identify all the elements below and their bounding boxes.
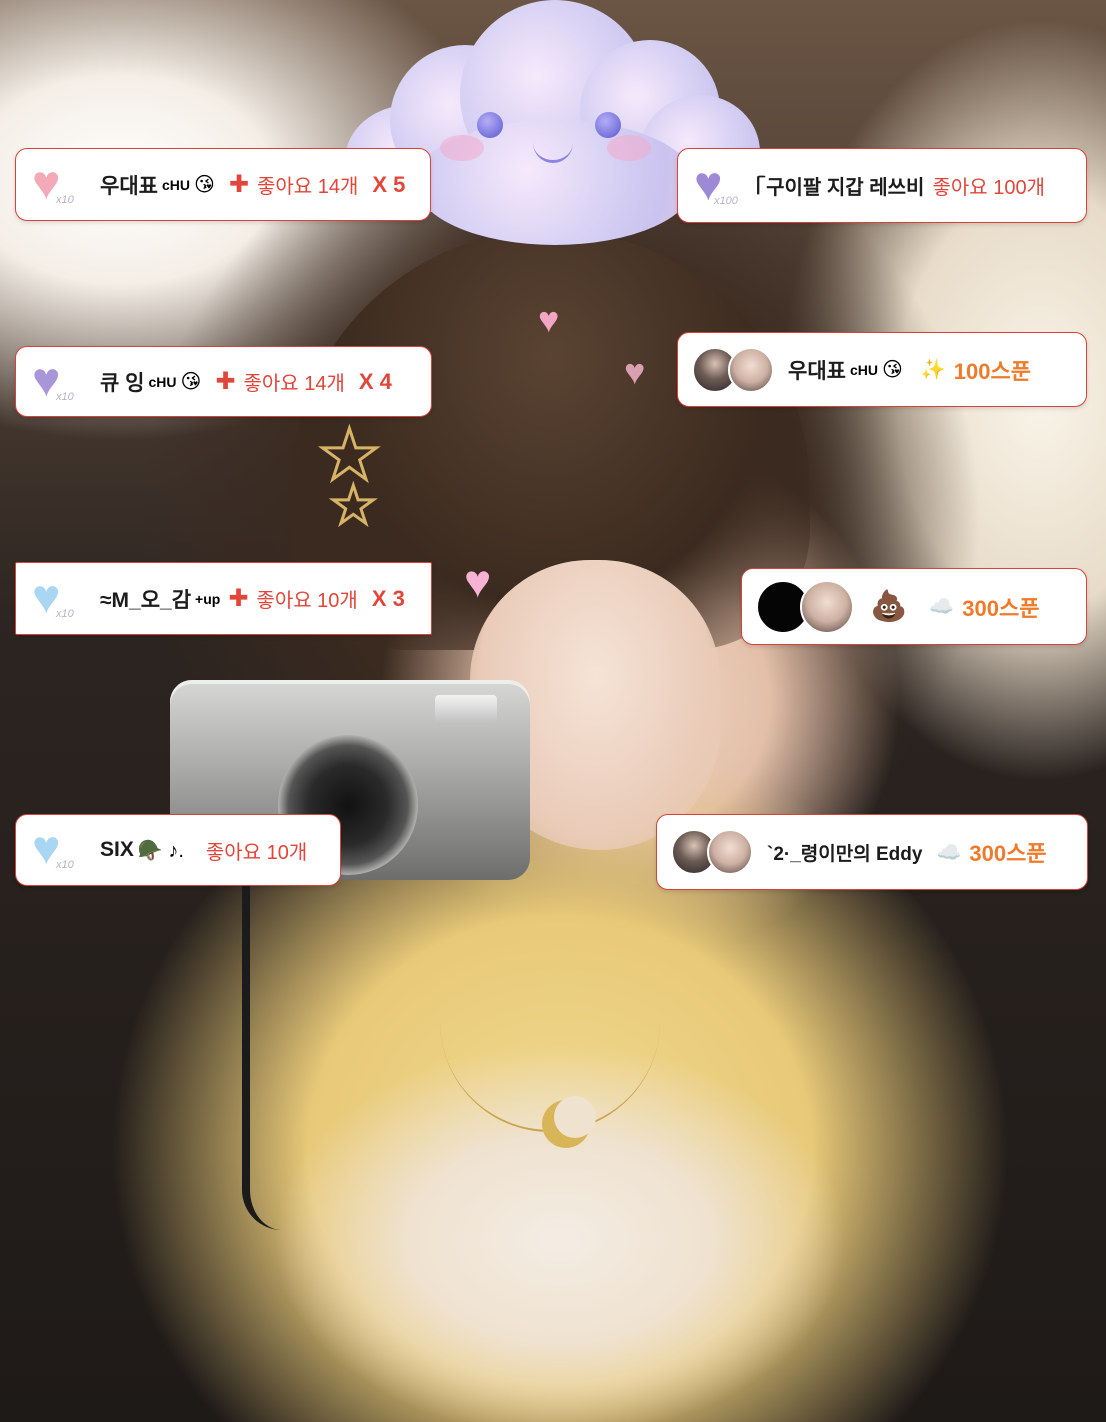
avatar xyxy=(728,346,774,393)
spoon-sparkle-icon: ✨ xyxy=(920,359,946,381)
user-name: ≈M_오_감 xyxy=(100,588,192,612)
rainbow-heart-badge-icon: ♥ x10 xyxy=(32,822,74,875)
multiplier-count: X 5 xyxy=(372,171,406,197)
user-name: ᥬ 구이팔 지갑 레쓰비 xyxy=(756,177,925,199)
likes-text: 좋아요 100개 xyxy=(932,177,1045,199)
heart-sticker-icon: ♥ xyxy=(538,299,560,340)
cloud-eye-icon xyxy=(477,112,503,138)
photo-camera-strap xyxy=(242,870,320,1230)
purple-heart-badge-icon: ♥ x10 xyxy=(32,353,74,407)
user-name-superscript: +up xyxy=(195,590,221,607)
user-name-superscript: cHU xyxy=(148,373,177,390)
kiss-emoji-icon: 😘 xyxy=(180,371,202,393)
plus-cross-icon: ✚ xyxy=(228,585,249,612)
cloud-spoon-icon: ☁️ xyxy=(929,596,955,618)
like-notification-1: ♥ x10 우대표 cHU 😘 ✚ 좋아요 14개 X 5 xyxy=(15,148,431,221)
rainbow-heart-badge-icon: ♥ x10 xyxy=(32,570,74,624)
photo-camera-flash xyxy=(435,695,497,725)
likes-text: 좋아요 14개 xyxy=(256,176,359,198)
avatar xyxy=(800,579,854,634)
kiss-emoji-icon: 😘 xyxy=(193,174,215,196)
multiplier-count: X 3 xyxy=(371,585,405,611)
spoon-notification-3: `2·_령이만의 Eddy ☁️ 300스푼 xyxy=(656,814,1088,890)
like-notification-4: ♥ x10 SIX 🪖 ♪. 좋아요 10개 xyxy=(15,814,341,886)
pig-heart-badge-icon: ♥ x10 xyxy=(32,156,74,210)
heart-sticker-icon: ♥ xyxy=(464,555,492,607)
user-name: 우대표 xyxy=(100,174,158,198)
likes-text: 좋아요 10개 xyxy=(205,841,308,864)
sparkle-heart-badge-icon: ♥ x100 xyxy=(694,157,738,211)
moon-pendant-icon xyxy=(542,1096,596,1148)
spoon-amount: 300스푼 xyxy=(962,595,1040,621)
user-name-superscript: cHU xyxy=(161,176,190,193)
user-name: 우대표 xyxy=(788,359,846,383)
star-hairclip-icon: ★ xyxy=(329,477,379,535)
spoon-amount: 100스푼 xyxy=(953,358,1031,384)
helmet-note-emoji-icon: 🪖 ♪. xyxy=(137,839,184,862)
user-name-superscript: cHU xyxy=(849,361,878,378)
spoon-amount: 300스푼 xyxy=(969,841,1047,866)
likes-text: 좋아요 10개 xyxy=(256,590,358,612)
kiss-emoji-icon: 😘 xyxy=(881,359,903,381)
user-name: SIX xyxy=(100,838,134,861)
like-notification-5: ♥ x100 ᥬ 구이팔 지갑 레쓰비 좋아요 100개 xyxy=(677,148,1087,223)
like-notification-3: ♥ x10 ≈M_오_감 +up ✚ 좋아요 10개 X 3 xyxy=(15,562,432,635)
likes-text: 좋아요 14개 xyxy=(243,373,345,395)
spoon-notification-1: 우대표 cHU 😘 ✨ 100스푼 xyxy=(677,332,1087,407)
poop-emoji-icon: 💩 xyxy=(870,590,908,623)
cloud-eye-icon xyxy=(595,112,621,138)
like-notification-2: ♥ x10 큐 잉 cHU 😘 ✚ 좋아요 14개 X 4 xyxy=(15,346,432,417)
plus-cross-icon: ✚ xyxy=(215,368,236,395)
spoon-notification-2: 💩 ☁️ 300스푼 xyxy=(741,568,1087,645)
user-name: 큐 잉 xyxy=(100,371,145,395)
heart-sticker-icon: ♥ xyxy=(624,351,646,392)
user-name: `2·_령이만의 Eddy xyxy=(767,843,923,865)
plus-cross-icon: ✚ xyxy=(228,171,249,198)
multiplier-count: X 4 xyxy=(358,368,392,394)
cloud-spoon-icon: ☁️ xyxy=(936,841,962,864)
avatar xyxy=(707,829,753,875)
